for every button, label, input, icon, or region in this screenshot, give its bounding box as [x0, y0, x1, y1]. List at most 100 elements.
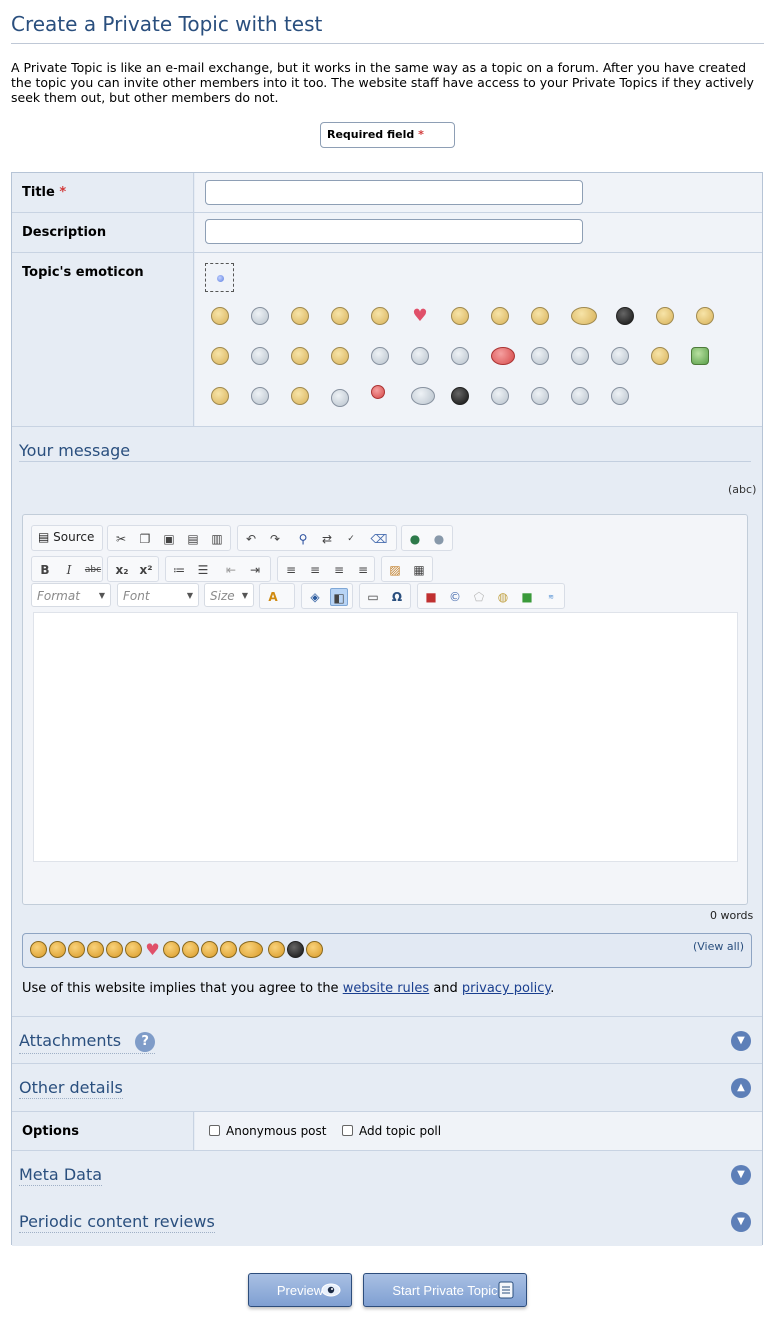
- nerd-emoticon-icon[interactable]: [49, 941, 66, 958]
- size-select[interactable]: Size ▼: [204, 583, 254, 607]
- happy-emoticon-icon[interactable]: [87, 941, 104, 958]
- outdent-icon[interactable]: ⇤: [222, 561, 240, 579]
- shocked-emoticon-icon[interactable]: [656, 307, 674, 325]
- superscript-button[interactable]: x²: [136, 561, 156, 579]
- eyes-emoticon-icon[interactable]: [125, 941, 142, 958]
- spellcheck-icon[interactable]: (abc): [728, 483, 756, 496]
- blushing-emoticon-icon[interactable]: [651, 347, 669, 365]
- special-char-icon[interactable]: Ω: [388, 588, 406, 606]
- worried-emoticon-icon[interactable]: [371, 347, 389, 365]
- paste-icon[interactable]: ▣: [160, 530, 178, 548]
- description-input[interactable]: [205, 219, 583, 244]
- grin-emoticon-icon[interactable]: [182, 941, 199, 958]
- happy-emoticon-icon[interactable]: [331, 307, 349, 325]
- glasses-emoticon-icon[interactable]: [371, 307, 389, 325]
- horizontal-rule-icon[interactable]: ▭: [364, 588, 382, 606]
- cool-emoticon-icon[interactable]: [451, 307, 469, 325]
- copy-icon[interactable]: ❐: [136, 530, 154, 548]
- hand-emoticon-icon[interactable]: [611, 387, 629, 405]
- sad-emoticon-icon[interactable]: [201, 941, 218, 958]
- other-details-section-header[interactable]: Other details ▲: [12, 1064, 762, 1112]
- start-private-topic-button[interactable]: Start Private Topic: [363, 1273, 527, 1307]
- emoticon-none-selected[interactable]: [205, 263, 234, 292]
- eyes-emoticon-icon[interactable]: [451, 347, 469, 365]
- blush-emoticon-icon[interactable]: [68, 941, 85, 958]
- editor-content-area[interactable]: [33, 612, 738, 862]
- checkbox-icon[interactable]: [209, 1125, 220, 1136]
- table-icon[interactable]: ▦: [410, 561, 428, 579]
- expand-icon[interactable]: ▼: [731, 1165, 751, 1185]
- strike-button[interactable]: abc: [82, 561, 104, 579]
- spectacles-emoticon-icon[interactable]: [291, 387, 309, 405]
- heart-emoticon-icon[interactable]: ♥: [411, 307, 429, 325]
- wink-emoticon-icon[interactable]: [211, 347, 229, 365]
- unlink-icon[interactable]: ●: [430, 530, 448, 548]
- king-emoticon-icon[interactable]: [331, 389, 349, 407]
- ninja-emoticon-icon[interactable]: [616, 307, 634, 325]
- indent-icon[interactable]: ⇥: [246, 561, 264, 579]
- add-topic-poll-checkbox[interactable]: Add topic poll: [342, 1124, 441, 1138]
- puzzled-emoticon-icon[interactable]: [611, 347, 629, 365]
- grin-emoticon-icon[interactable]: [491, 307, 509, 325]
- spellcheck-toolbar-icon[interactable]: ✓: [342, 530, 360, 548]
- block-icon[interactable]: ■: [422, 588, 440, 606]
- collapse-icon[interactable]: ▲: [731, 1078, 751, 1098]
- attachments-section-header[interactable]: Attachments? ▼: [12, 1016, 762, 1064]
- heart-emoticon-icon[interactable]: ♥: [144, 941, 161, 958]
- masked-emoticon-icon[interactable]: [451, 387, 469, 405]
- font-select[interactable]: Font ▼: [117, 583, 199, 607]
- expand-icon[interactable]: ▼: [731, 1031, 751, 1051]
- subscript-button[interactable]: x₂: [112, 561, 132, 579]
- headphones-emoticon-icon[interactable]: [239, 941, 263, 958]
- devil-emoticon-icon[interactable]: [491, 347, 515, 365]
- cut-icon[interactable]: ✂: [112, 530, 130, 548]
- title-input[interactable]: [205, 180, 583, 205]
- dizzy-emoticon-icon[interactable]: [571, 387, 589, 405]
- privacy-policy-link[interactable]: privacy policy: [462, 981, 550, 996]
- angry-emoticon-icon[interactable]: [331, 347, 349, 365]
- anonymous-post-checkbox[interactable]: Anonymous post: [209, 1124, 326, 1138]
- glasses-emoticon-icon[interactable]: [106, 941, 123, 958]
- view-all-emoticons-link[interactable]: (View all): [693, 940, 744, 953]
- find-icon[interactable]: ⚲: [294, 530, 312, 548]
- preview-button[interactable]: Preview: [248, 1273, 352, 1307]
- smile-emoticon-icon[interactable]: [30, 941, 47, 958]
- align-justify-icon[interactable]: ≡: [354, 561, 372, 579]
- comcode-icon[interactable]: ©: [446, 588, 464, 606]
- remove-format-icon[interactable]: ⌫: [370, 530, 388, 548]
- innocent-emoticon-icon[interactable]: [491, 387, 509, 405]
- cowboy-emoticon-icon[interactable]: [531, 387, 549, 405]
- grimace-emoticon-icon[interactable]: [268, 941, 285, 958]
- replace-icon[interactable]: ⇄: [318, 530, 336, 548]
- meta-data-section-header[interactable]: Meta Data ▼: [12, 1151, 762, 1199]
- sad-emoticon-icon[interactable]: [531, 307, 549, 325]
- balloons-emoticon-icon[interactable]: [371, 385, 385, 399]
- nerd-emoticon-icon[interactable]: [251, 307, 269, 325]
- source-button[interactable]: ▤ Source: [38, 530, 94, 544]
- sick-emoticon-icon[interactable]: [691, 347, 709, 365]
- tooltip-icon[interactable]: ◍: [494, 588, 512, 606]
- cool-emoticon-icon[interactable]: [163, 941, 180, 958]
- paste-text-icon[interactable]: ▤: [184, 530, 202, 548]
- smile-emoticon-icon[interactable]: [211, 307, 229, 325]
- expand-icon[interactable]: ▼: [731, 1212, 751, 1232]
- checkbox-icon[interactable]: [342, 1125, 353, 1136]
- italic-button[interactable]: I: [60, 561, 78, 579]
- undo-icon[interactable]: ↶: [242, 530, 260, 548]
- format-select[interactable]: Format ▼: [31, 583, 111, 607]
- maximize-icon[interactable]: ◈: [306, 588, 324, 606]
- wink-emoticon-icon[interactable]: [220, 941, 237, 958]
- neutral-emoticon-icon[interactable]: [571, 347, 589, 365]
- show-blocks-icon[interactable]: ◧: [330, 588, 348, 606]
- website-rules-link[interactable]: website rules: [343, 981, 429, 996]
- ninja-emoticon-icon[interactable]: [287, 941, 304, 958]
- smirk-emoticon-icon[interactable]: [211, 387, 229, 405]
- numbered-list-icon[interactable]: ≔: [170, 561, 188, 579]
- hands-emoticon-icon[interactable]: [411, 347, 429, 365]
- text-color-icon[interactable]: A: [264, 588, 282, 606]
- shocked-emoticon-icon[interactable]: [306, 941, 323, 958]
- image-icon[interactable]: ▨: [386, 561, 404, 579]
- attachment-icon[interactable]: ■: [518, 588, 536, 606]
- bullet-list-icon[interactable]: ☰: [194, 561, 212, 579]
- link-icon[interactable]: ●: [406, 530, 424, 548]
